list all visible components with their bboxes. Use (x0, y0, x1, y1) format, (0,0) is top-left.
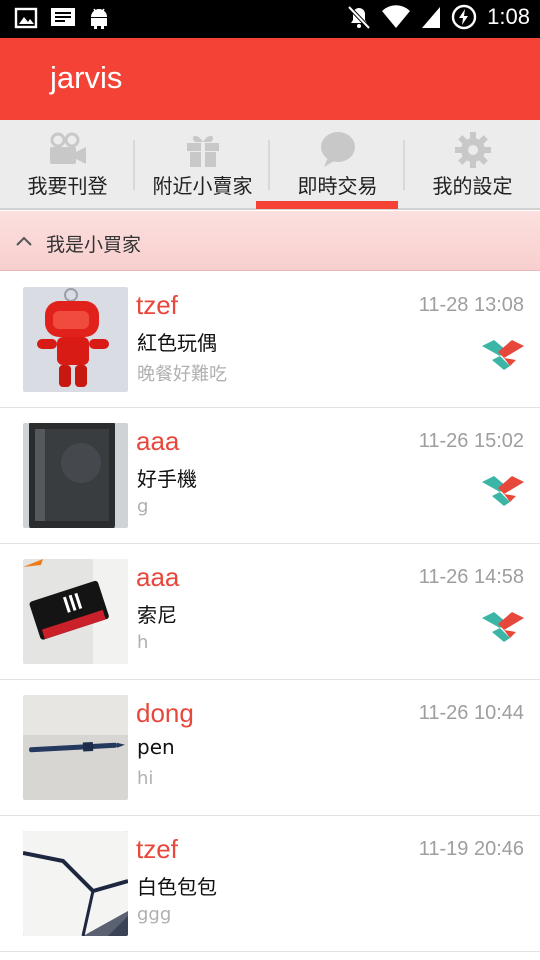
gift-icon (186, 135, 219, 167)
video-camera-icon (49, 132, 86, 164)
tab-label: 我的設定 (432, 174, 513, 198)
product-thumbnail (23, 831, 128, 936)
app-title: jarvis (50, 60, 123, 95)
notifications-off-icon (347, 5, 371, 30)
last-message: ggg (137, 904, 172, 925)
timestamp: 11-26 15:02 (418, 430, 524, 452)
last-message: 晚餐好難吃 (137, 364, 227, 385)
list-item[interactable]: dong pen hi 11-26 10:44 (0, 680, 540, 816)
seller-name: tzef (136, 834, 178, 864)
section-label: 我是小買家 (46, 234, 142, 256)
seller-name: dong (136, 698, 194, 728)
section-header-buyer[interactable]: 我是小買家 (0, 211, 540, 271)
tab-post[interactable]: 我要刊登 (0, 120, 135, 208)
list-item[interactable]: aaa 好手機 g 11-26 15:02 (0, 408, 540, 544)
list-item[interactable]: aaa 索尼 h 11-26 14:58 (0, 544, 540, 680)
product-thumbnail (23, 695, 128, 800)
seller-name: aaa (136, 426, 180, 456)
battery-saver-icon (451, 4, 477, 30)
timestamp: 11-26 14:58 (418, 566, 524, 588)
last-message: h (137, 632, 149, 653)
app-bar: jarvis (0, 38, 540, 120)
clock: 1:08 (487, 4, 530, 29)
tab-bar: 我要刊登 附近小賣家 即時交易 我的設定 (0, 120, 540, 210)
wifi-icon (382, 5, 411, 28)
handshake-icon (482, 340, 524, 370)
timestamp: 11-26 10:44 (418, 702, 524, 724)
product-thumbnail (23, 423, 128, 528)
tab-label: 附近小賣家 (152, 174, 253, 198)
image-notification-icon (14, 7, 38, 29)
tab-live-trade[interactable]: 即時交易 (270, 120, 405, 208)
list-item[interactable]: tzef 紅色玩偶 晚餐好難吃 11-28 13:08 (0, 272, 540, 408)
timestamp: 11-19 20:46 (418, 838, 524, 860)
last-message: hi (137, 768, 154, 789)
signal-icon (422, 7, 441, 28)
tab-my-settings[interactable]: 我的設定 (405, 120, 540, 208)
conversation-list: tzef 紅色玩偶 晚餐好難吃 11-28 13:08 aaa 好手機 g 11… (0, 272, 540, 952)
handshake-icon (482, 612, 524, 642)
android-notification-icon (91, 8, 107, 29)
product-title: 白色包包 (137, 875, 217, 899)
product-title: 索尼 (137, 603, 177, 627)
chevron-up-icon (16, 236, 32, 246)
message-notification-icon (51, 8, 75, 26)
seller-name: aaa (136, 562, 180, 592)
active-tab-indicator (256, 201, 398, 209)
chat-bubble-icon (320, 132, 355, 167)
product-title: 好手機 (137, 467, 197, 491)
timestamp: 11-28 13:08 (418, 294, 524, 316)
list-item[interactable]: tzef 白色包包 ggg 11-19 20:46 (0, 816, 540, 952)
last-message: g (137, 496, 149, 517)
product-thumbnail (23, 559, 128, 664)
handshake-icon (482, 476, 524, 506)
gear-icon (454, 132, 491, 168)
status-bar: 1:08 (0, 0, 540, 38)
seller-name: tzef (136, 290, 178, 320)
product-title: pen (137, 735, 175, 759)
product-thumbnail (23, 287, 128, 392)
tab-nearby-sellers[interactable]: 附近小賣家 (135, 120, 270, 208)
product-title: 紅色玩偶 (137, 331, 217, 355)
tab-label: 我要刊登 (27, 174, 108, 198)
tab-label: 即時交易 (297, 174, 378, 198)
